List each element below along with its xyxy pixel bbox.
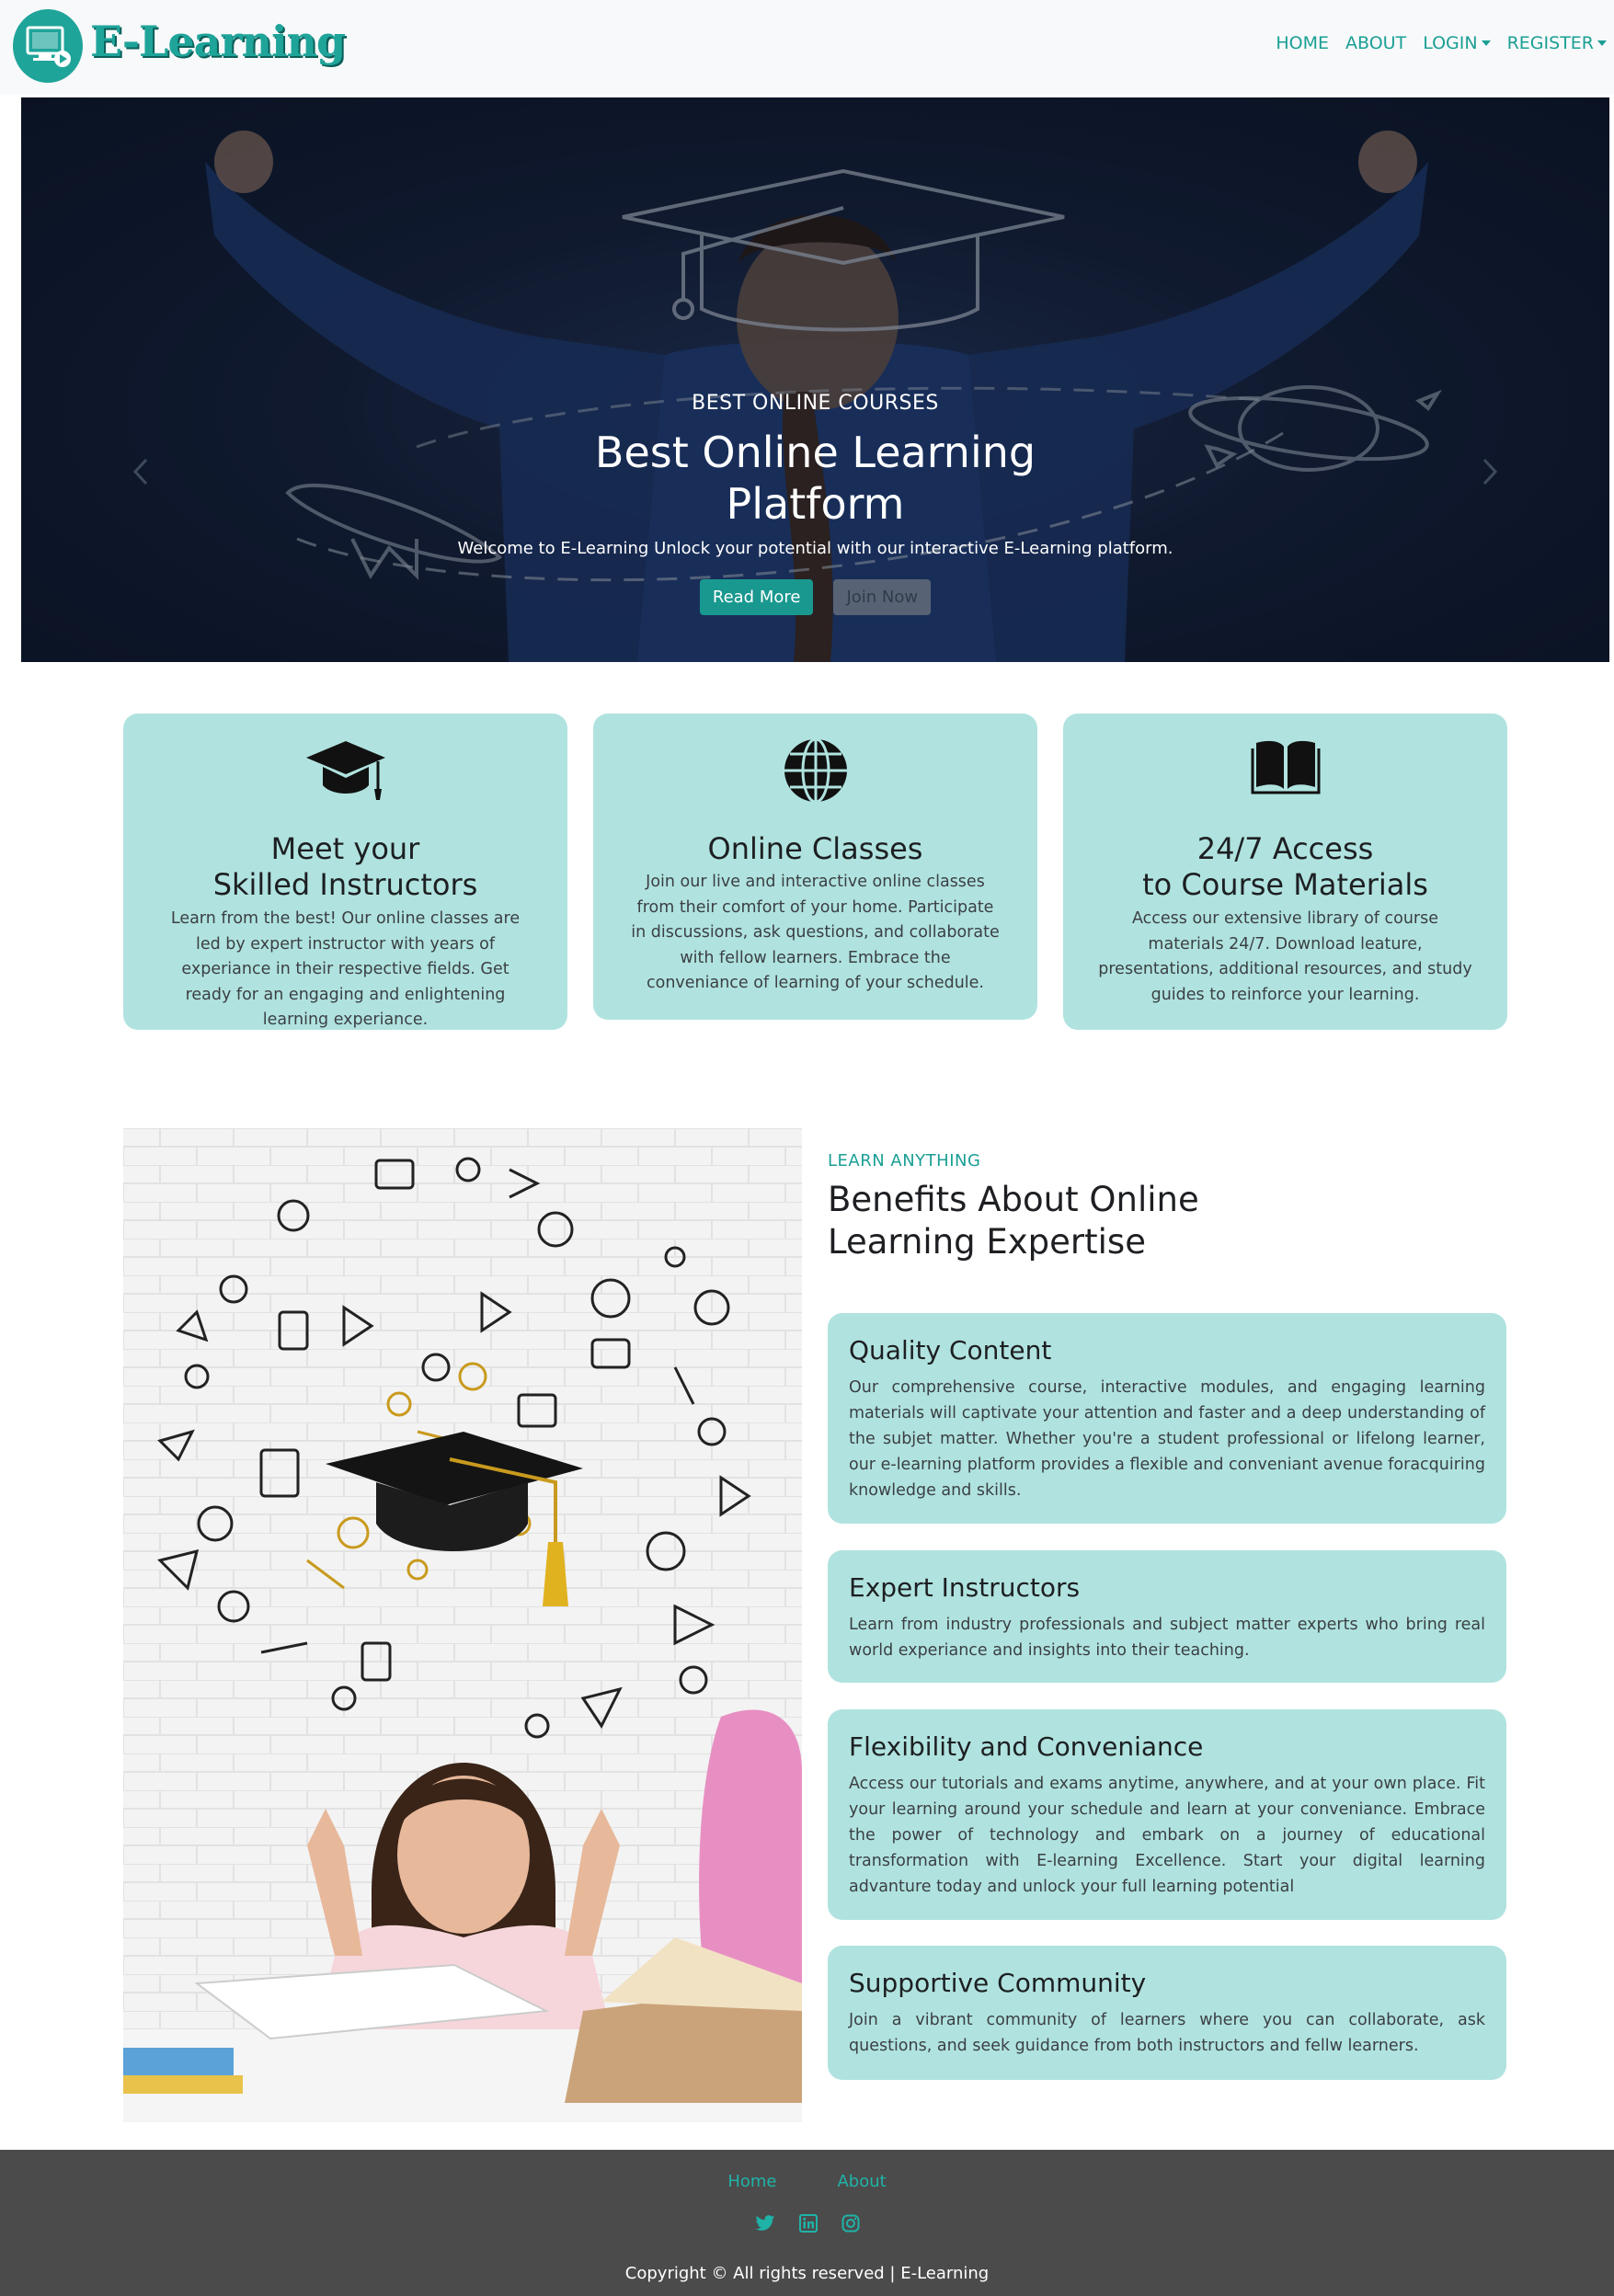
benefit-text: Join a vibrant community of learners whe… xyxy=(849,2011,1485,2055)
feature-title-line1: Meet your xyxy=(270,831,420,866)
join-now-button[interactable]: Join Now xyxy=(833,579,932,615)
hero-title-line1: Best Online Learning xyxy=(594,428,1036,477)
feature-title-line1: 24/7 Access xyxy=(1196,831,1374,866)
feature-title-line2: Skilled Instructors xyxy=(212,867,478,902)
linkedin-icon[interactable] xyxy=(798,2214,818,2233)
benefit-text: Our comprehensive course, interactive mo… xyxy=(849,1378,1485,1500)
feature-text: Access our extensive library of course m… xyxy=(1098,909,1472,1004)
footer-social xyxy=(0,2214,1614,2233)
benefit-card-quality-content: Quality Content Our comprehensive course… xyxy=(828,1313,1506,1524)
nav-about-label: ABOUT xyxy=(1345,33,1407,53)
graduation-cap-icon xyxy=(305,741,385,800)
footer: Home About Copyright © All rights reserv… xyxy=(0,2150,1614,2296)
feature-title-line2: to Course Materials xyxy=(1142,867,1428,902)
nav-about-link[interactable]: ABOUT xyxy=(1345,33,1406,53)
feature-title: Online Classes xyxy=(593,831,1037,867)
feature-card-online-classes: Online Classes Join our live and interac… xyxy=(593,714,1037,1020)
hero-eyebrow: BEST ONLINE COURSES xyxy=(692,392,939,415)
nav-home-link[interactable]: HOME xyxy=(1276,33,1329,53)
benefit-text: Learn from industry professionals and su… xyxy=(849,1616,1485,1660)
hero-buttons: Read More Join Now xyxy=(21,579,1609,615)
instagram-icon[interactable] xyxy=(841,2214,860,2233)
feature-title: Meet your Skilled Instructors xyxy=(123,831,567,903)
feature-text: Join our live and interactive online cla… xyxy=(631,873,1000,992)
benefits-heading-line2: Learning Expertise xyxy=(828,1222,1146,1262)
nav-login-label: LOGIN xyxy=(1423,33,1478,53)
benefit-card-community: Supportive Community Join a vibrant comm… xyxy=(828,1946,1506,2080)
nav-register-dropdown[interactable]: REGISTER xyxy=(1507,33,1607,53)
navbar: E-Learning HOME ABOUT LOGIN REGISTER xyxy=(0,0,1614,95)
hero-carousel: BEST ONLINE COURSES Best Online Learning… xyxy=(21,97,1609,662)
globe-icon xyxy=(784,737,847,804)
feature-card-instructors: Meet your Skilled Instructors Learn from… xyxy=(123,714,567,1030)
hero-title: Best Online Learning Platform xyxy=(21,427,1609,530)
twitter-icon[interactable] xyxy=(755,2214,775,2233)
girl-doodles-illustration xyxy=(123,1128,802,2122)
caret-down-icon xyxy=(1481,40,1491,46)
hero-overlay xyxy=(21,97,1609,662)
hero-title-line2: Platform xyxy=(726,479,905,529)
benefit-title: Flexibility and Conveniance xyxy=(849,1731,1204,1762)
nav-menu: HOME ABOUT LOGIN REGISTER xyxy=(1276,33,1607,53)
open-book-icon xyxy=(1251,740,1320,794)
footer-about-link[interactable]: About xyxy=(837,2172,886,2191)
footer-home-link[interactable]: Home xyxy=(727,2172,776,2191)
nav-register-label: REGISTER xyxy=(1506,33,1594,53)
copyright-text: Copyright © All rights reserved | E-Lear… xyxy=(624,2264,990,2283)
computer-play-icon xyxy=(26,26,71,67)
feature-title-line1: Online Classes xyxy=(707,831,923,866)
benefits-image xyxy=(123,1128,802,2122)
read-more-button[interactable]: Read More xyxy=(699,579,814,615)
caret-down-icon xyxy=(1597,40,1607,46)
brand-name[interactable]: E-Learning xyxy=(90,17,346,66)
feature-text: Learn from the best! Our online classes … xyxy=(170,909,521,1029)
feature-card-course-materials: 24/7 Access to Course Materials Access o… xyxy=(1063,714,1507,1030)
benefit-title: Supportive Community xyxy=(849,1968,1147,1998)
benefit-title: Expert Instructors xyxy=(849,1572,1081,1603)
benefit-text: Access our tutorials and exams anytime, … xyxy=(849,1775,1485,1896)
benefits-heading-line1: Benefits About Online xyxy=(828,1180,1199,1219)
benefit-card-flexibility: Flexibility and Conveniance Access our t… xyxy=(828,1709,1506,1920)
nav-home-label: HOME xyxy=(1276,33,1330,53)
benefits-eyebrow: LEARN ANYTHING xyxy=(828,1151,981,1171)
nav-login-dropdown[interactable]: LOGIN xyxy=(1423,33,1491,53)
hero-subtitle: Welcome to E-Learning Unlock your potent… xyxy=(457,539,1173,558)
feature-title: 24/7 Access to Course Materials xyxy=(1063,831,1507,903)
benefit-title: Quality Content xyxy=(849,1335,1052,1365)
benefits-heading: Benefits About Online Learning Expertise xyxy=(828,1179,1199,1263)
brand-logo[interactable] xyxy=(13,9,83,83)
benefit-card-expert-instructors: Expert Instructors Learn from industry p… xyxy=(828,1550,1506,1683)
footer-links: Home About xyxy=(0,2172,1614,2191)
